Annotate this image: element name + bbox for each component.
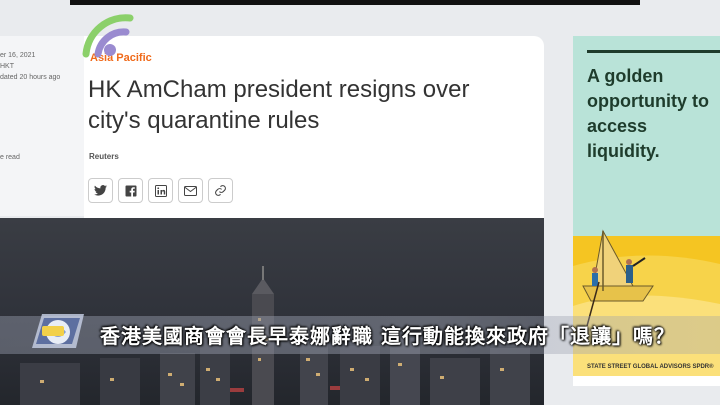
- link-icon: [215, 185, 226, 196]
- copy-link-button[interactable]: [208, 178, 233, 203]
- publish-date: er 16, 2021: [0, 52, 36, 59]
- byline[interactable]: Reuters: [89, 152, 119, 161]
- news-caption: 香港美國商會會長早泰娜辭職 這行動能換來政府「退讓」嗎？: [100, 324, 675, 348]
- article-meta-panel: er 16, 2021 HKT dated 20 hours ago e rea…: [0, 36, 84, 216]
- facebook-icon: [125, 185, 136, 197]
- updated-time: dated 20 hours ago: [0, 74, 61, 81]
- share-bar: [88, 178, 233, 203]
- twitter-share-button[interactable]: [88, 178, 113, 203]
- article-card: Asia Pacific HK AmCham president resigns…: [84, 36, 544, 218]
- article-headline: HK AmCham president resigns over city's …: [88, 76, 470, 134]
- top-black-bar: [70, 0, 640, 5]
- wifi-signal-icon: [82, 14, 134, 58]
- facebook-share-button[interactable]: [118, 178, 143, 203]
- ad-headline: A golden opportunity to access liquidity…: [587, 66, 709, 161]
- read-time: e read: [0, 154, 20, 161]
- email-icon: [184, 185, 197, 196]
- ad-divider: [587, 50, 720, 53]
- ad-sponsor: STATE STREET GLOBAL ADVISORS SPDR®: [587, 364, 714, 370]
- email-share-button[interactable]: [178, 178, 203, 203]
- linkedin-icon: [154, 184, 167, 197]
- news-channel-logo: [32, 314, 84, 348]
- twitter-icon: [94, 185, 107, 196]
- linkedin-share-button[interactable]: [148, 178, 173, 203]
- timezone: HKT: [0, 63, 14, 70]
